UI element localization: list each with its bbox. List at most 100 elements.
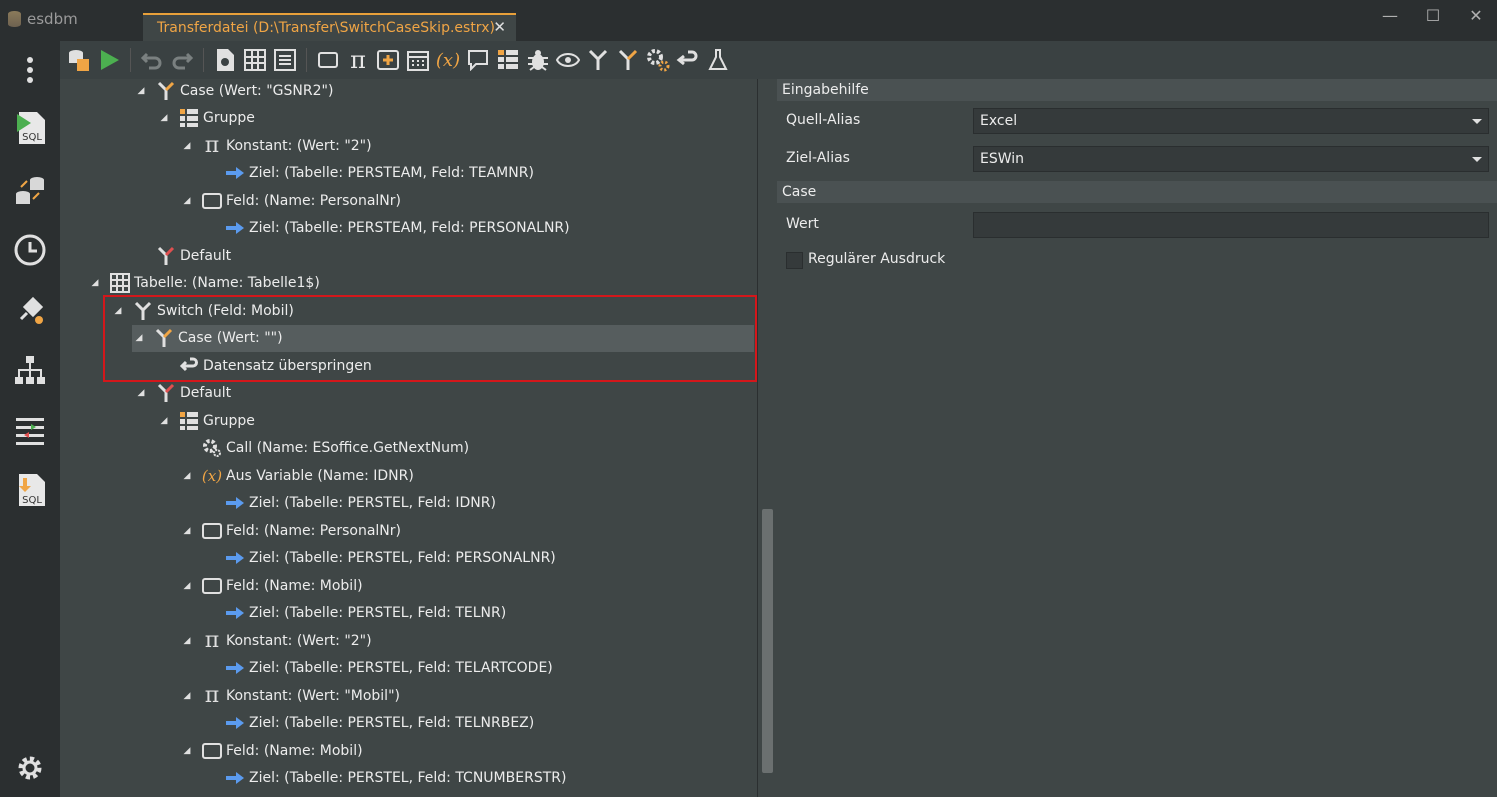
tab-transferdatei[interactable]: Transferdatei (D:\Transfer\SwitchCaseSki… xyxy=(143,13,516,41)
close-window-button[interactable]: ✕ xyxy=(1461,6,1491,25)
regex-checkbox[interactable] xyxy=(786,252,803,269)
expand-arrow-icon[interactable]: ◢ xyxy=(180,196,194,206)
file-settings-icon[interactable] xyxy=(210,45,240,75)
tree-node[interactable]: ◢ (x) Aus Variable (Name: IDNR) xyxy=(180,462,414,489)
tree-node-label: Ziel: (Tabelle: PERSTEL, Feld: TELNRBEZ) xyxy=(249,715,535,731)
list-icon[interactable] xyxy=(270,45,300,75)
tree-node[interactable]: ◢ Default xyxy=(134,380,231,407)
expand-arrow-icon[interactable]: ◢ xyxy=(180,691,194,701)
tree-scrollbar[interactable] xyxy=(757,79,777,797)
expand-arrow-icon[interactable]: ◢ xyxy=(180,526,194,536)
tree-node-label: Aus Variable (Name: IDNR) xyxy=(226,467,414,484)
table-icon[interactable] xyxy=(240,45,270,75)
tree-node[interactable]: ◢ Feld: (Name: PersonalNr) xyxy=(180,517,401,544)
expand-arrow-icon[interactable]: ◢ xyxy=(88,278,102,288)
ziel-alias-select[interactable]: ESWin xyxy=(973,146,1489,172)
flask-icon[interactable] xyxy=(703,45,733,75)
tree-node[interactable]: ◢ Gruppe xyxy=(157,407,255,434)
expand-arrow-icon[interactable]: ◢ xyxy=(180,471,194,481)
expand-arrow-icon[interactable]: ◢ xyxy=(180,581,194,591)
field-icon xyxy=(202,741,222,761)
case-icon[interactable] xyxy=(613,45,643,75)
group-icon[interactable] xyxy=(493,45,523,75)
group-icon xyxy=(179,108,199,128)
toolbar-separator xyxy=(306,48,307,72)
arrow-right-icon xyxy=(225,768,245,788)
skip-icon[interactable] xyxy=(673,45,703,75)
tree-node[interactable]: ◢ Case (Wert: "GSNR2") xyxy=(134,79,333,104)
db-transfer-icon[interactable] xyxy=(8,168,52,212)
tree-node[interactable]: Ziel: (Tabelle: PERSTEL, Feld: TELARTCOD… xyxy=(203,655,553,682)
switch-icon[interactable] xyxy=(583,45,613,75)
app-title: esdbm xyxy=(8,10,78,28)
tree-node[interactable]: ◢ Feld: (Name: Mobil) xyxy=(180,737,363,764)
maximize-button[interactable]: ☐ xyxy=(1418,6,1448,25)
minimize-button[interactable]: — xyxy=(1375,6,1405,25)
variable-icon[interactable]: (x) xyxy=(433,45,463,75)
gear-icon[interactable] xyxy=(8,746,52,790)
redo-icon[interactable] xyxy=(167,45,197,75)
tree-node[interactable]: ◢ Tabelle: (Name: Tabelle1$) xyxy=(88,270,320,297)
expand-arrow-icon[interactable]: ◢ xyxy=(157,416,171,426)
sql-label: SQL xyxy=(22,132,42,143)
tree-node[interactable]: Ziel: (Tabelle: PERSTEL, Feld: TCNUMBERS… xyxy=(203,765,566,792)
clock-icon[interactable] xyxy=(8,228,52,272)
tree-node-label: Case (Wert: "GSNR2") xyxy=(180,82,334,99)
tree-node[interactable]: ◢ Gruppe xyxy=(157,105,255,132)
tree-node[interactable]: Ziel: (Tabelle: PERSTEAM, Feld: TEAMNR) xyxy=(203,160,534,187)
tree-node[interactable]: Ziel: (Tabelle: PERSTEL, Feld: PERSONALN… xyxy=(203,545,556,572)
wert-input[interactable] xyxy=(973,212,1489,238)
expand-arrow-icon[interactable]: ◢ xyxy=(180,746,194,756)
tree-node[interactable]: Ziel: (Tabelle: PERSTEAM, Feld: PERSONAL… xyxy=(203,215,570,242)
expand-arrow-icon[interactable]: ◢ xyxy=(157,113,171,123)
call-icon[interactable] xyxy=(643,45,673,75)
tree-node[interactable]: ◢ Feld: (Name: Mobil) xyxy=(180,572,363,599)
tree-node[interactable]: ◢ π Konstant: (Wert: "Mobil") xyxy=(180,682,400,709)
tree-node[interactable]: ◢ Feld: (Name: PersonalNr) xyxy=(180,187,401,214)
tree-node-label: Feld: (Name: PersonalNr) xyxy=(226,192,401,209)
tree-node-label: Ziel: (Tabelle: PERSTEL, Feld: TCNUMBERS… xyxy=(249,770,567,786)
tree-node-label: Gruppe xyxy=(203,110,255,126)
tree-node[interactable]: Call (Name: ESoffice.GetNextNum) xyxy=(180,435,469,462)
tree-node[interactable]: ◢ π Konstant: (Wert: "2") xyxy=(180,627,372,654)
ziel-alias-value: ESWin xyxy=(980,151,1025,167)
arrow-right-icon xyxy=(225,713,245,733)
tree-node[interactable]: Ziel: (Tabelle: PERSTEL, Feld: TELNRBEZ) xyxy=(203,710,534,737)
expand-arrow-icon[interactable]: ◢ xyxy=(180,636,194,646)
default-icon xyxy=(156,246,176,266)
arrow-right-icon xyxy=(225,603,245,623)
field-icon xyxy=(202,576,222,596)
expand-arrow-icon[interactable]: ◢ xyxy=(134,388,148,398)
calendar-icon[interactable] xyxy=(403,45,433,75)
tree-node[interactable]: Ziel: (Tabelle: PERSTEL, Feld: IDNR) xyxy=(203,490,496,517)
undo-icon[interactable] xyxy=(137,45,167,75)
eye-icon[interactable] xyxy=(553,45,583,75)
hierarchy-icon[interactable] xyxy=(8,348,52,392)
plugin-icon[interactable] xyxy=(8,288,52,332)
add-icon[interactable] xyxy=(373,45,403,75)
comment-icon[interactable] xyxy=(463,45,493,75)
tree-node[interactable]: Default xyxy=(134,242,231,269)
close-tab-icon[interactable]: ✕ xyxy=(493,18,506,36)
sql-import-icon[interactable]: SQL xyxy=(8,468,52,512)
highlight-box xyxy=(103,295,757,382)
more-icon[interactable] xyxy=(8,48,52,92)
sql-run-icon[interactable]: SQL xyxy=(8,106,52,150)
bug-icon[interactable] xyxy=(523,45,553,75)
scrollbar-thumb[interactable] xyxy=(762,509,773,773)
database-icon xyxy=(8,11,21,27)
constant-icon[interactable]: π xyxy=(343,45,373,75)
expand-arrow-icon[interactable]: ◢ xyxy=(180,141,194,151)
transfer-tree[interactable]: ◢ Case (Wert: "GSNR2") ◢ Gruppe ◢ π Konstant: … xyxy=(60,79,757,797)
run-icon[interactable] xyxy=(94,45,124,75)
tree-node[interactable]: ◢ π Konstant: (Wert: "2") xyxy=(180,132,372,159)
mapping-icon[interactable] xyxy=(8,408,52,452)
tree-node-label: Ziel: (Tabelle: PERSTEL, Feld: PERSONALN… xyxy=(249,550,556,566)
quell-alias-select[interactable]: Excel xyxy=(973,108,1489,134)
expand-arrow-icon[interactable]: ◢ xyxy=(134,86,148,96)
tree-node-label: Feld: (Name: Mobil) xyxy=(226,577,363,594)
tree-node-label: Gruppe xyxy=(203,412,255,429)
tree-node[interactable]: Ziel: (Tabelle: PERSTEL, Feld: TELNR) xyxy=(203,600,506,627)
field-icon[interactable] xyxy=(313,45,343,75)
db-config-icon[interactable] xyxy=(64,45,94,75)
